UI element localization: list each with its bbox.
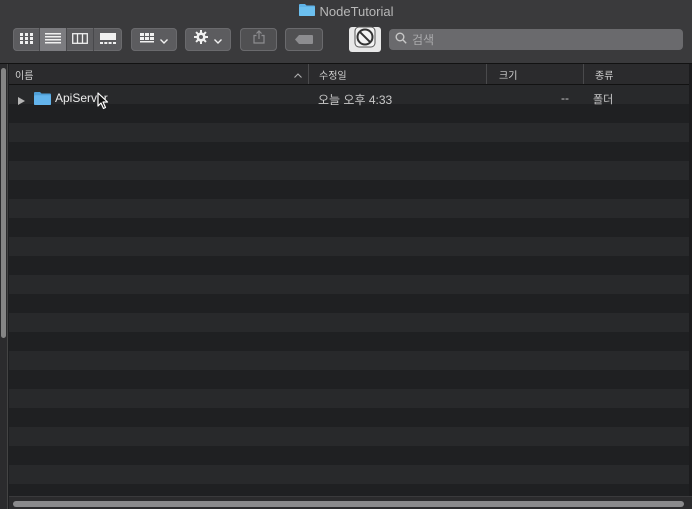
disclosure-triangle-icon[interactable] <box>18 94 25 108</box>
sidebar-scrollbar[interactable] <box>1 68 6 338</box>
column-header-kind[interactable]: 종류 <box>584 64 692 84</box>
list-view-button[interactable] <box>40 28 67 51</box>
row-size: -- <box>561 91 569 105</box>
column-header-size[interactable]: 크기 <box>487 64 584 84</box>
no-entry-icon <box>353 26 377 53</box>
action-menu-button[interactable] <box>185 28 231 51</box>
horizontal-scrollbar[interactable] <box>9 496 692 509</box>
column-header-size-label: 크기 <box>499 70 518 82</box>
window-title-text: NodeTutorial <box>319 3 394 19</box>
grid-arrange-icon <box>140 31 154 49</box>
column-header-kind-label: 종류 <box>595 70 614 82</box>
file-row-apiserver[interactable]: ApiServer 오늘 오후 4:33 -- 폴더 <box>9 89 692 108</box>
search-input[interactable] <box>412 32 672 47</box>
row-kind: 폴더 <box>593 94 614 106</box>
toolbar-app-button[interactable] <box>349 26 381 53</box>
mouse-cursor-icon <box>97 92 109 115</box>
window-title: NodeTutorial <box>0 2 692 20</box>
gallery-icon <box>99 31 116 49</box>
column-header-date[interactable]: 수정일 <box>309 64 487 84</box>
tag-icon <box>295 31 313 49</box>
columns-icon <box>72 31 88 49</box>
search-field[interactable] <box>389 29 683 50</box>
gear-icon <box>194 30 208 49</box>
list-icon <box>45 31 61 49</box>
share-icon <box>252 30 265 49</box>
tag-button[interactable] <box>285 28 323 51</box>
grid-icon <box>19 31 33 49</box>
column-header-date-label: 수정일 <box>319 70 347 82</box>
share-button[interactable] <box>240 28 277 51</box>
chevron-down-icon <box>160 31 168 49</box>
search-icon <box>395 31 407 49</box>
gallery-view-button[interactable] <box>94 28 121 51</box>
column-view-button[interactable] <box>67 28 94 51</box>
folder-icon <box>34 91 51 108</box>
column-header-name-label: 이름 <box>15 70 34 82</box>
sort-ascending-icon <box>294 70 302 81</box>
file-list: ApiServer 오늘 오후 4:33 -- 폴더 <box>9 85 692 496</box>
icon-view-button[interactable] <box>13 28 40 51</box>
chevron-down-icon <box>214 31 222 49</box>
folder-icon <box>298 3 315 19</box>
window-toolbar: NodeTutorial <box>0 0 692 64</box>
horizontal-scrollbar-thumb[interactable] <box>13 501 684 507</box>
column-header-row: 이름 수정일 크기 종류 <box>9 64 692 85</box>
view-mode-segmented-control <box>13 28 122 51</box>
arrange-menu-button[interactable] <box>131 28 177 51</box>
column-header-name[interactable]: 이름 <box>9 64 309 84</box>
row-date: 오늘 오후 4:33 <box>318 93 393 107</box>
